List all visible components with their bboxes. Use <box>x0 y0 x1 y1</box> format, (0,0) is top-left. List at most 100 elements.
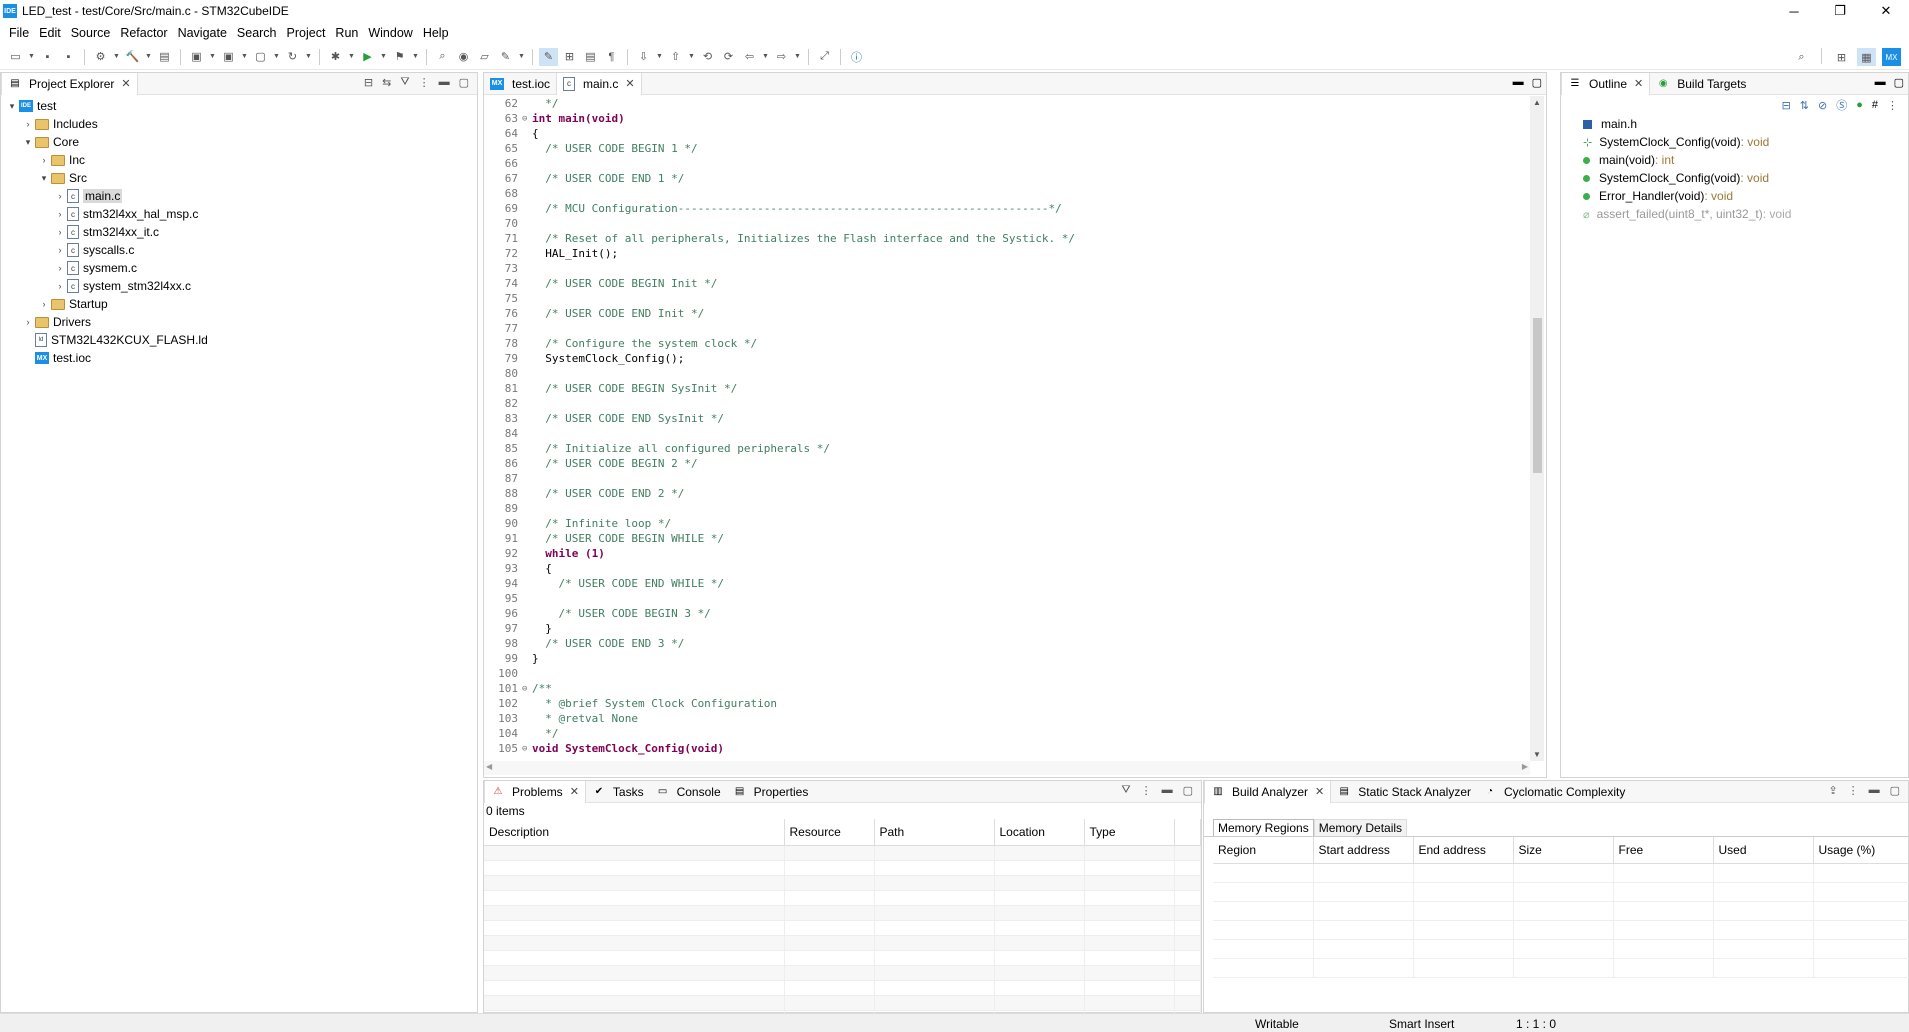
code-line[interactable]: 81 /* USER CODE BEGIN SysInit */ <box>484 381 1546 396</box>
minimize-icon[interactable]: ▬ <box>439 76 450 89</box>
expand-arrow-icon[interactable]: › <box>53 281 67 291</box>
code-line[interactable]: 68 <box>484 186 1546 201</box>
code-line[interactable]: 78 /* Configure the system clock */ <box>484 336 1546 351</box>
new-project-dropdown-icon[interactable]: ▼ <box>208 48 217 66</box>
info-icon[interactable]: ⓘ <box>847 48 866 66</box>
column-size[interactable]: Size <box>1513 837 1614 864</box>
tree-item[interactable]: › Inc <box>1 151 477 169</box>
maximize-icon[interactable]: ▢ <box>1183 784 1193 797</box>
tree-item[interactable]: › c system_stm32l4xx.c <box>1 277 477 295</box>
view-menu-icon[interactable]: ⋮ <box>1141 784 1152 797</box>
outline-item[interactable]: Error_Handler(void) : void <box>1561 187 1908 205</box>
close-icon[interactable]: ✕ <box>625 77 634 90</box>
close-icon[interactable]: ✕ <box>121 77 130 90</box>
code-line[interactable]: 97 } <box>484 621 1546 636</box>
column-path[interactable]: Path <box>874 819 995 846</box>
close-icon[interactable]: ✕ <box>1315 785 1324 798</box>
group-macros-icon[interactable]: # <box>1872 99 1878 111</box>
tree-item[interactable]: › c stm32l4xx_it.c <box>1 223 477 241</box>
code-line[interactable]: 86 /* USER CODE BEGIN 2 */ <box>484 456 1546 471</box>
close-button[interactable]: ✕ <box>1863 0 1909 22</box>
code-line[interactable]: 67 /* USER CODE END 1 */ <box>484 171 1546 186</box>
open-perspective-icon[interactable]: ⤢ <box>815 48 834 66</box>
tree-item[interactable]: › c sysmem.c <box>1 259 477 277</box>
back-dropdown-icon[interactable]: ▼ <box>761 48 770 66</box>
tree-item[interactable]: ▾ Core <box>1 133 477 151</box>
code-line[interactable]: 99} <box>484 651 1546 666</box>
pin-dropdown-icon[interactable]: ▼ <box>517 48 526 66</box>
menu-refactor[interactable]: Refactor <box>115 26 172 40</box>
view-menu-icon[interactable]: ⋮ <box>1848 784 1859 797</box>
highlight-icon[interactable]: ✎ <box>539 47 558 66</box>
code-line[interactable]: 92 while (1) <box>484 546 1546 561</box>
tab-main-c[interactable]: c main.c ✕ <box>556 72 642 95</box>
run-icon[interactable]: ▶ <box>358 48 377 66</box>
code-line[interactable]: 72 HAL_Init(); <box>484 246 1546 261</box>
outline-item[interactable]: SystemClock_Config(void) : void <box>1561 169 1908 187</box>
code-line[interactable]: 87 <box>484 471 1546 486</box>
maximize-icon[interactable]: ▢ <box>1890 784 1900 797</box>
expand-arrow-icon[interactable]: › <box>53 209 67 219</box>
minimize-icon[interactable]: ▬ <box>1875 76 1886 89</box>
search-icon[interactable]: ⌕ <box>1792 48 1811 66</box>
forward-edit-icon[interactable]: ⟳ <box>719 48 738 66</box>
code-line[interactable]: 98 /* USER CODE END 3 */ <box>484 636 1546 651</box>
maximize-icon[interactable]: ▢ <box>1532 76 1542 89</box>
maximize-icon[interactable]: ▢ <box>1894 76 1904 89</box>
build-dropdown-icon[interactable]: ▼ <box>144 48 153 66</box>
column-description[interactable]: Description <box>484 819 785 846</box>
tree-item[interactable]: › c syscalls.c <box>1 241 477 259</box>
column-free[interactable]: Free <box>1613 837 1714 864</box>
code-line[interactable]: 77 <box>484 321 1546 336</box>
last-edit-icon[interactable]: ⟲ <box>698 48 717 66</box>
fold-icon[interactable]: ⊖ <box>522 684 532 694</box>
tab-console[interactable]: ▭ Console <box>650 781 727 803</box>
new-icon[interactable]: ▭ <box>6 48 25 66</box>
code-line[interactable]: 73 <box>484 261 1546 276</box>
outline-item[interactable]: main.h <box>1561 115 1908 133</box>
build-icon[interactable]: 🔨 <box>123 48 142 66</box>
menu-navigate[interactable]: Navigate <box>173 26 232 40</box>
column-start-address[interactable]: Start address <box>1313 837 1414 864</box>
cpp-perspective-icon[interactable]: ▦ <box>1857 48 1876 66</box>
minimize-icon[interactable]: ▬ <box>1513 76 1524 89</box>
code-line[interactable]: 82 <box>484 396 1546 411</box>
code-line[interactable]: 83 /* USER CODE END SysInit */ <box>484 411 1546 426</box>
subtab-memory-details[interactable]: Memory Details <box>1313 819 1408 836</box>
show-whitespace-icon[interactable]: ¶ <box>602 48 621 66</box>
code-line[interactable]: 65 /* USER CODE BEGIN 1 */ <box>484 141 1546 156</box>
menu-window[interactable]: Window <box>363 26 417 40</box>
export-icon[interactable]: ⇪ <box>1828 784 1837 797</box>
outline-item[interactable]: ⊹ SystemClock_Config(void) : void <box>1561 133 1908 151</box>
debug-dropdown-icon[interactable]: ▼ <box>347 48 356 66</box>
new-file-icon[interactable]: ▢ <box>251 48 270 66</box>
view-menu-icon[interactable]: ⋮ <box>419 76 430 89</box>
code-editor[interactable]: 62 */63 ⊖ int main(void) 64{65 /* USER CODE… <box>484 95 1546 756</box>
mx-perspective-icon[interactable]: MX <box>1882 48 1901 66</box>
tab-properties[interactable]: ▤ Properties <box>727 781 815 803</box>
code-line[interactable]: 75 <box>484 291 1546 306</box>
hide-static-icon[interactable]: Ⓢ <box>1836 97 1847 113</box>
code-line[interactable]: 101 ⊖/** <box>484 681 1546 696</box>
next-annotation-dropdown-icon[interactable]: ▼ <box>655 48 664 66</box>
expand-arrow-icon[interactable]: › <box>53 245 67 255</box>
code-line[interactable]: 63 ⊖ int main(void) <box>484 111 1546 126</box>
tree-item[interactable]: ▾ Src <box>1 169 477 187</box>
tab-problems[interactable]: ⚠ Problems ✕ <box>484 780 586 803</box>
external-tools-dropdown-icon[interactable]: ▼ <box>411 48 420 66</box>
save-all-icon[interactable]: ▪ <box>59 48 78 66</box>
build-all-icon[interactable]: ▤ <box>155 48 174 66</box>
save-icon[interactable]: ▪ <box>38 48 57 66</box>
perspective-icon[interactable]: ⊞ <box>1832 48 1851 66</box>
tree-item[interactable]: ▾ IDE test <box>1 97 477 115</box>
code-line[interactable]: 85 /* Initialize all configured peripher… <box>484 441 1546 456</box>
code-line[interactable]: 95 <box>484 591 1546 606</box>
expand-arrow-icon[interactable]: › <box>53 191 67 201</box>
expand-arrow-icon[interactable]: › <box>53 263 67 273</box>
subtab-memory-regions[interactable]: Memory Regions <box>1213 819 1314 836</box>
configs-dropdown-icon[interactable]: ▼ <box>112 48 121 66</box>
sort-icon[interactable]: ⇅ <box>1800 99 1809 112</box>
code-line[interactable]: 88 /* USER CODE END 2 */ <box>484 486 1546 501</box>
minimize-icon[interactable]: ▬ <box>1869 784 1880 797</box>
tree-item[interactable]: ld STM32L432KCUX_FLASH.ld <box>1 331 477 349</box>
